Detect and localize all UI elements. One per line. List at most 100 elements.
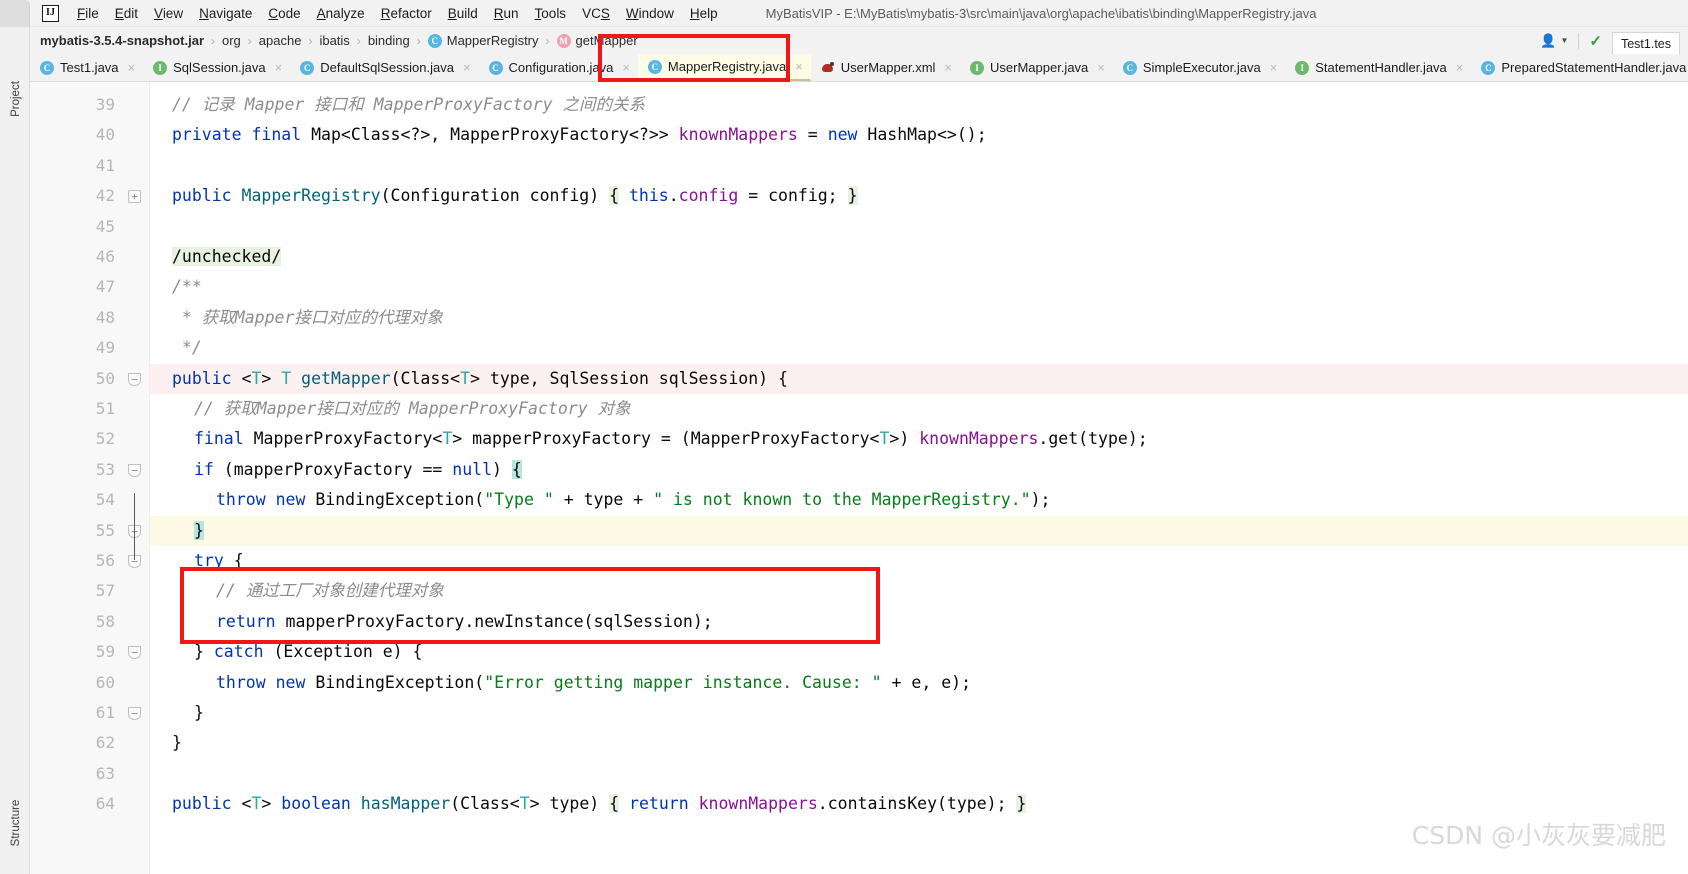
code-line[interactable]: throw new BindingException("Type " + typ… (216, 485, 1051, 515)
editor-tab-statementhandler-java[interactable]: I StatementHandler.java × (1285, 54, 1471, 81)
editor-tab-simpleexecutor-java[interactable]: C SimpleExecutor.java × (1113, 54, 1285, 81)
code-editor[interactable]: 39404142+454647484950−515253−5455−56−575… (30, 82, 1688, 874)
code-line[interactable]: } (172, 728, 182, 758)
code-line[interactable]: } (194, 698, 204, 728)
editor-tab-test1-java[interactable]: C Test1.java × (30, 54, 143, 81)
user-icon[interactable]: 👤 (1540, 33, 1556, 49)
editor-tab-label: Configuration.java (508, 60, 614, 75)
line-number-49: 49 (95, 338, 115, 358)
fold-collapse-icon[interactable]: − (128, 646, 141, 660)
breadcrumb-item-binding[interactable]: binding (368, 33, 410, 48)
close-icon[interactable]: × (795, 59, 803, 74)
menu-item-tools[interactable]: Tools (527, 4, 575, 23)
menu-item-analyze[interactable]: Analyze (309, 4, 373, 23)
line-number-58: 58 (95, 611, 115, 631)
code-line[interactable]: * 获取Mapper接口对应的代理对象 (172, 303, 443, 333)
menu-item-build[interactable]: Build (440, 4, 486, 23)
menu-item-help[interactable]: Help (682, 4, 726, 23)
checkmark-icon[interactable]: ✓ (1589, 32, 1602, 50)
editor-tab-defaultsqlsession-java[interactable]: C DefaultSqlSession.java × (290, 54, 478, 81)
tool-window-project[interactable]: Project (10, 69, 22, 129)
breadcrumb-item-org[interactable]: org (222, 33, 241, 48)
fold-collapse-icon[interactable]: − (128, 463, 141, 477)
breadcrumb-item-ibatis[interactable]: ibatis (319, 33, 349, 48)
code-content[interactable]: // 记录 Mapper 接口和 MapperProxyFactory 之间的关… (150, 82, 1688, 874)
code-line[interactable]: } catch (Exception e) { (194, 637, 423, 667)
code-line[interactable]: public MapperRegistry(Configuration conf… (172, 181, 858, 211)
code-line[interactable]: if (mapperProxyFactory == null) { (194, 455, 522, 485)
fold-collapse-icon[interactable]: − (128, 372, 141, 386)
code-line[interactable]: // 获取Mapper接口对应的 MapperProxyFactory 对象 (194, 394, 631, 424)
menu-items: File Edit View Navigate Code Analyze Refactor B… (69, 4, 726, 23)
code-token: . (668, 186, 679, 206)
code-line[interactable]: public <T> T getMapper(Class<T> type, Sq… (172, 364, 788, 394)
line-number-64: 64 (95, 794, 115, 814)
close-icon[interactable]: × (1270, 60, 1278, 75)
code-line[interactable]: /unchecked/ (172, 242, 282, 272)
code-line[interactable]: private final Map<Class<?>, MapperProxyF… (172, 120, 987, 150)
line-number-40: 40 (95, 125, 115, 145)
menu-item-window[interactable]: Window (618, 4, 682, 23)
code-token: /** (172, 277, 202, 297)
editor-tab-usermapper-java[interactable]: I UserMapper.java × (960, 54, 1113, 81)
breadcrumb-label: org (222, 33, 241, 48)
breadcrumb-label: mybatis-3.5.4-snapshot.jar (40, 33, 204, 48)
code-line[interactable]: return mapperProxyFactory.newInstance(sq… (216, 607, 713, 637)
code-line[interactable]: public <T> boolean hasMapper(Class<T> ty… (172, 789, 1027, 819)
close-icon[interactable]: × (1097, 60, 1105, 75)
code-line[interactable]: } (194, 516, 204, 546)
right-tab-test1[interactable]: Test1.tes (1611, 32, 1680, 54)
menu-item-vcs[interactable]: VCS (574, 4, 618, 23)
breadcrumb: mybatis-3.5.4-snapshot.jar › org › apache › ib… (30, 27, 1688, 54)
fold-collapse-icon[interactable]: − (128, 707, 141, 720)
editor-tab-preparedstatementhandler-java[interactable]: CPreparedStatementHandler.java× (1471, 54, 1688, 81)
code-token: T (442, 429, 453, 449)
line-number-56: 56 (95, 551, 115, 570)
menu-item-run[interactable]: Run (486, 4, 527, 23)
code-line[interactable]: throw new BindingException("Error gettin… (216, 668, 971, 698)
breadcrumb-item-apache[interactable]: apache (259, 33, 302, 48)
close-icon[interactable]: × (275, 60, 283, 75)
menu-item-file[interactable]: File (69, 4, 107, 23)
code-line[interactable]: final MapperProxyFactory<T> mapperProxyF… (194, 424, 1148, 454)
xml-file-icon (821, 61, 835, 75)
close-icon[interactable]: × (1456, 60, 1464, 75)
code-line[interactable]: try { (194, 546, 244, 576)
editor-tab-mapperregistry-java[interactable]: C MapperRegistry.java × (637, 54, 811, 81)
close-icon[interactable]: × (622, 60, 630, 75)
editor-tab-sqlsession-java[interactable]: I SqlSession.java × (143, 54, 290, 81)
code-token: catch (213, 642, 264, 662)
menu-item-navigate[interactable]: Navigate (191, 4, 260, 23)
breadcrumb-item-mybatis-3-5-4-snapshot-jar[interactable]: mybatis-3.5.4-snapshot.jar (40, 33, 204, 48)
close-icon[interactable]: × (944, 60, 952, 75)
breadcrumb-item-getmapper[interactable]: MgetMapper (556, 33, 638, 48)
code-token: } (847, 186, 858, 206)
editor-gutter[interactable]: 39404142+454647484950−515253−5455−56−575… (30, 82, 150, 874)
menu-item-edit[interactable]: Edit (107, 4, 146, 23)
code-token: */ (172, 338, 202, 358)
line-number-45: 45 (95, 216, 115, 236)
fold-expand-icon[interactable]: + (128, 190, 141, 204)
close-icon[interactable]: × (463, 60, 471, 75)
breadcrumb-item-mapperregistry[interactable]: C MapperRegistry (427, 33, 539, 48)
editor-tab-label: UserMapper.java (990, 60, 1089, 75)
code-token: > (261, 368, 282, 388)
class-icon: C (647, 59, 662, 74)
menu-item-code[interactable]: Code (260, 4, 308, 23)
code-token: < (231, 794, 252, 814)
code-line[interactable]: /** (172, 272, 202, 302)
chevron-down-icon[interactable]: ▼ (1560, 36, 1568, 45)
code-line[interactable]: */ (172, 333, 202, 363)
menu-item-refactor[interactable]: Refactor (373, 4, 440, 23)
code-token: } (194, 520, 204, 540)
code-line[interactable]: // 记录 Mapper 接口和 MapperProxyFactory 之间的关… (172, 90, 645, 120)
tool-window-structure[interactable]: Structure (10, 793, 22, 853)
editor-tab-configuration-java[interactable]: C Configuration.java × (479, 54, 638, 81)
class-icon: C (488, 60, 503, 75)
code-token: new (827, 125, 858, 145)
code-token: } (194, 642, 214, 662)
editor-tab-usermapper-xml[interactable]: UserMapper.xml × (811, 54, 960, 81)
menu-item-view[interactable]: View (146, 4, 191, 23)
close-icon[interactable]: × (128, 60, 136, 75)
code-line[interactable]: // 通过工厂对象创建代理对象 (216, 576, 444, 606)
